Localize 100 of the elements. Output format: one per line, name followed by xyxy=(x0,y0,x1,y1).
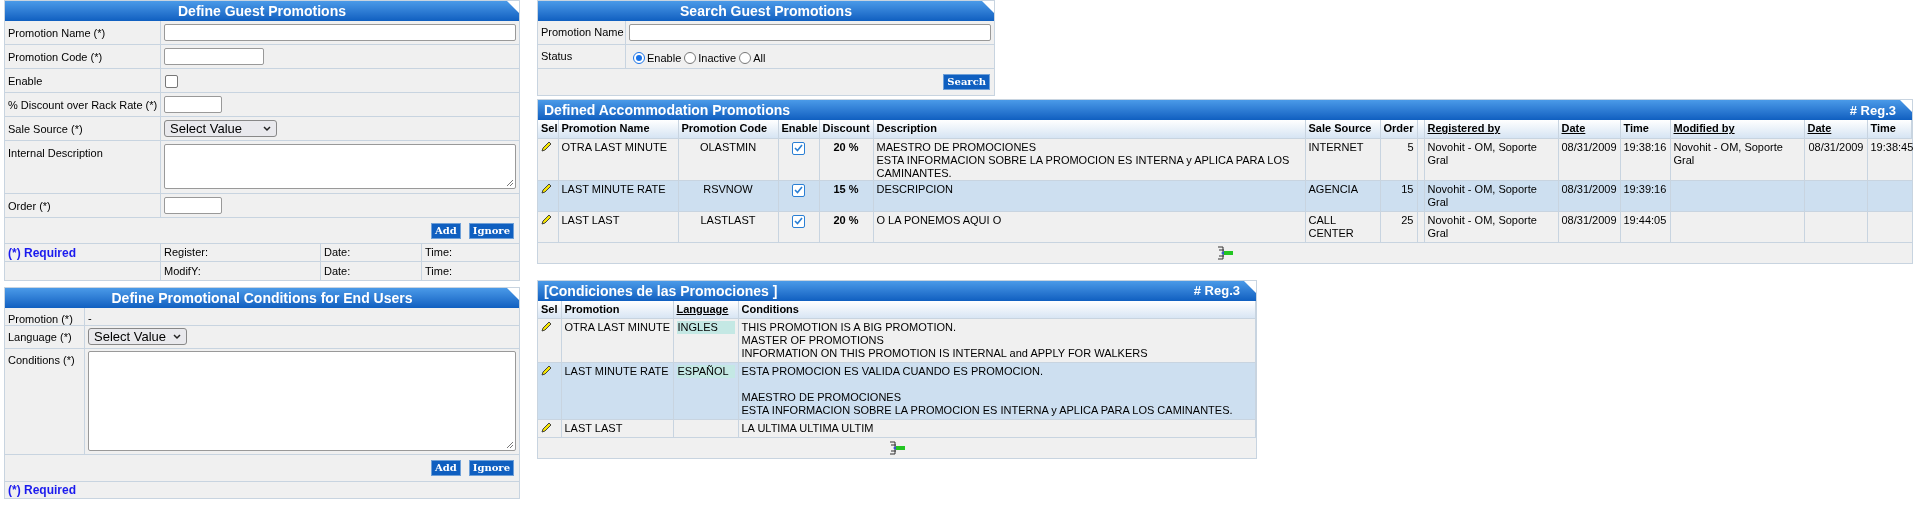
table-cell: OTRA LAST MINUTE xyxy=(564,321,671,333)
field-label: Enable xyxy=(8,75,43,87)
action-button[interactable]: Ignore xyxy=(468,460,514,476)
table-cell: LASTLAST xyxy=(700,213,756,226)
table-cell: LAST LAST xyxy=(561,213,620,226)
column-header: Promotion Code xyxy=(681,122,768,135)
info-label: Time: xyxy=(425,245,453,261)
select-value: Select Value xyxy=(94,327,167,346)
select-value: Select Value xyxy=(170,119,243,138)
table-cell: Novohit - OM, Soporte Gral xyxy=(1427,182,1537,208)
table-cell: 19:38:16 xyxy=(1623,140,1667,153)
table-cell: 08/31/2009 xyxy=(1561,213,1617,226)
table-cell: THIS PROMOTION IS A BIG PROMOTION. MASTER OF PROMOTIONS INFORMATION ON THIS PROMOTION IS INTERNAL and APPLY FOR WALKERS xyxy=(741,321,1148,359)
info-label: Register: xyxy=(164,245,209,261)
table-cell: INTERNET xyxy=(1308,140,1364,153)
info-label: Time: xyxy=(425,263,453,279)
sort-link[interactable]: Language xyxy=(676,302,729,315)
field-label: Sale Source (*) xyxy=(8,123,83,135)
table-cell: 15 xyxy=(1401,182,1414,195)
column-header: Description xyxy=(876,122,937,135)
sort-link[interactable]: Date xyxy=(1807,122,1832,135)
table-cell: LAST LAST xyxy=(564,422,623,434)
field-label: Promotion Name (*) xyxy=(8,27,106,39)
panel-title: Define Guest Promotions xyxy=(178,4,346,18)
action-button[interactable]: Add xyxy=(431,222,461,239)
radio-option[interactable]: Enable xyxy=(633,49,682,67)
required-note: (*) Required xyxy=(8,244,76,262)
field-label: Promotion Code (*) xyxy=(8,51,103,63)
field-label: Status xyxy=(541,50,573,62)
field-label: Conditions (*) xyxy=(8,354,75,366)
record-count: # Reg.3 xyxy=(1849,103,1897,117)
table-cell: Novohit - OM, Soporte Gral xyxy=(1673,140,1783,166)
column-header: Sale Source xyxy=(1308,122,1372,135)
column-header: Order xyxy=(1383,122,1414,135)
field-label: Promotion (*) xyxy=(8,313,73,325)
required-note: (*) Required xyxy=(8,482,76,499)
panel-title: Search Guest Promotions xyxy=(680,4,852,18)
action-button[interactable]: Search xyxy=(943,74,990,90)
select-field[interactable]: Select Value xyxy=(164,120,277,137)
table-cell: 20 % xyxy=(833,140,859,153)
select-field[interactable]: Select Value xyxy=(88,328,187,345)
table-cell: 20 % xyxy=(833,213,859,226)
table-cell: Novohit - OM, Soporte Gral xyxy=(1427,213,1537,239)
table-cell: ESTA PROMOCION ES VALIDA CUANDO ES PROMOCION. MAESTRO DE PROMOCIONES ESTA INFORMACION SOBRE LA PROMOCION ES INTERNA y APLICA PARA LOS CAMINANTES. xyxy=(741,365,1233,416)
table-cell: LAST MINUTE RATE xyxy=(564,365,669,377)
column-header: Time xyxy=(1870,122,1896,135)
column-header: Conditions xyxy=(741,302,799,315)
table-cell: 08/31/2009 xyxy=(1561,182,1617,195)
table-cell: RSVNOW xyxy=(703,182,753,195)
info-label: Date: xyxy=(324,245,351,261)
column-header: Time xyxy=(1623,122,1649,135)
field-value: - xyxy=(88,312,92,324)
record-count: # Reg.3 xyxy=(1193,284,1241,297)
panel-title: [Condiciones de las Promociones ] xyxy=(544,283,778,298)
table-cell: 19:38:45 xyxy=(1870,140,1913,153)
table-cell: CALL CENTER xyxy=(1308,213,1354,239)
sort-link[interactable]: Registered by xyxy=(1427,122,1501,135)
table-cell: 19:39:16 xyxy=(1623,182,1667,195)
column-header: Promotion xyxy=(564,302,620,315)
column-header: Enable xyxy=(781,122,818,135)
table-cell: DESCRIPCION xyxy=(876,182,953,195)
info-label: Date: xyxy=(324,263,351,279)
table-cell: 15 % xyxy=(833,182,859,195)
column-header: Sel xyxy=(541,122,558,135)
column-header: Discount xyxy=(822,122,870,135)
table-cell: AGENCIA xyxy=(1308,182,1358,195)
info-label: ModifY: xyxy=(164,263,201,279)
table-cell: 19:44:05 xyxy=(1623,213,1667,226)
table-row[interactable]: LAST LAST LASTLAST 20 % O LA PONEMOS AQUI O CALL CENTER 25 Novohit - OM, Soporte Gral 08/31/2009 19:44:05 xyxy=(538,211,1912,242)
table-cell: LAST MINUTE RATE xyxy=(561,182,666,195)
radio-option[interactable]: All xyxy=(739,49,766,67)
action-button[interactable]: Add xyxy=(431,460,461,476)
table-cell: INGLES xyxy=(676,321,735,334)
table-cell: 08/31/2009 xyxy=(1808,140,1864,153)
panel-title: Defined Accommodation Promotions xyxy=(544,103,791,117)
field-label: Language (*) xyxy=(8,331,72,343)
action-button[interactable]: Ignore xyxy=(468,222,514,239)
field-label: Order (*) xyxy=(8,200,51,212)
table-cell: Novohit - OM, Soporte Gral xyxy=(1427,140,1537,166)
field-label: Promotion Name xyxy=(541,26,624,38)
column-header: Sel xyxy=(541,302,558,315)
table-cell: LA ULTIMA ULTIMA ULTIM xyxy=(741,422,874,434)
panel-title: Define Promotional Conditions for End Users xyxy=(111,291,413,305)
table-row[interactable]: OTRA LAST MINUTE INGLES THIS PROMOTION IS A BIG PROMOTION. MASTER OF PROMOTIONS INFORMATION ON THIS PROMOTION IS INTERNAL and APPLY FOR WALKERS xyxy=(538,318,1256,363)
table-cell: MAESTRO DE PROMOCIONES ESTA INFORMACION SOBRE LA PROMOCION ES INTERNA y APLICA PARA LOS CAMINANTES. xyxy=(876,140,1290,179)
table-cell: OLASTMIN xyxy=(699,140,757,153)
column-header: Promotion Name xyxy=(561,122,650,135)
table-row[interactable]: LAST MINUTE RATE RSVNOW 15 % DESCRIPCION AGENCIA 15 Novohit - OM, Soporte Gral 08/31/2009 19:39:16 xyxy=(538,180,1912,211)
table-cell: ESPAÑOL xyxy=(676,365,735,378)
sort-link[interactable]: Modified by xyxy=(1673,122,1735,135)
table-cell: 5 xyxy=(1407,140,1414,153)
table-cell: 25 xyxy=(1401,213,1414,226)
field-label: % Discount over Rack Rate (*) xyxy=(8,99,158,111)
table-cell: O LA PONEMOS AQUI O xyxy=(876,213,1002,226)
field-label: Internal Description xyxy=(8,147,103,159)
table-cell: 08/31/2009 xyxy=(1561,140,1617,153)
radio-option[interactable]: Inactive xyxy=(684,49,737,67)
table-cell: OTRA LAST MINUTE xyxy=(561,140,668,153)
table-row[interactable]: LAST MINUTE RATE ESPAÑOL ESTA PROMOCION ES VALIDA CUANDO ES PROMOCION. MAESTRO DE PROMOCIONES ESTA INFORMACION SOBRE LA PROMOCION ES INTERNA y APLICA PARA LOS CAMINANTES. xyxy=(538,362,1256,420)
sort-link[interactable]: Date xyxy=(1561,122,1586,135)
